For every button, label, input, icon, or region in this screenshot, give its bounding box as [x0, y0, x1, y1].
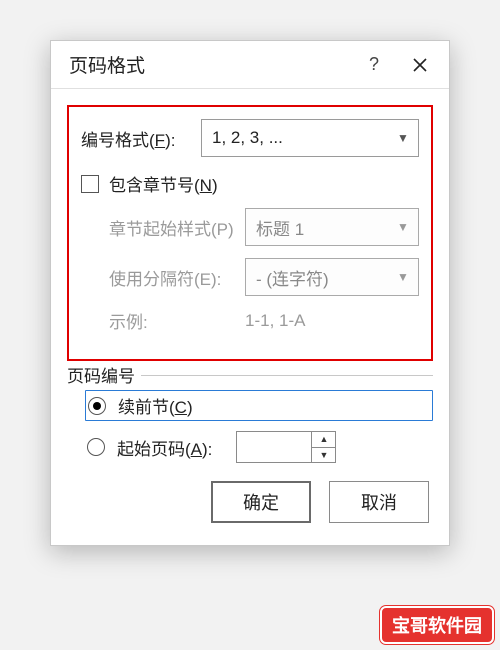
separator-label: 使用分隔符(E): — [109, 265, 245, 290]
spinner-up-button[interactable]: ▲ — [312, 432, 335, 448]
spinner-down-button[interactable]: ▼ — [312, 448, 335, 463]
start-at-label: 起始页码(A): — [117, 435, 212, 460]
close-button[interactable] — [397, 41, 443, 88]
page-numbering-group: 页码编号 续前节(C) 起始页码(A): ▲ ▼ — [67, 375, 433, 463]
number-format-label: 编号格式(F): — [81, 126, 201, 151]
highlight-region: 编号格式(F): 1, 2, 3, ... ▼ 包含章节号(N) 章节起始样式(… — [67, 105, 433, 361]
chapter-start-style-select: 标题 1 ▼ — [245, 208, 419, 246]
page-number-format-dialog: 页码格式 ? 编号格式(F): 1, 2, 3, ... ▼ 包含章节号(N) — [50, 40, 450, 546]
close-icon — [412, 57, 428, 73]
number-format-select[interactable]: 1, 2, 3, ... ▼ — [201, 119, 419, 157]
help-button[interactable]: ? — [351, 41, 397, 88]
start-at-radio-row: 起始页码(A): ▲ ▼ — [87, 431, 433, 463]
chapter-start-style-value: 标题 1 — [256, 215, 304, 240]
example-label: 示例: — [109, 308, 245, 333]
chevron-down-icon: ▼ — [394, 131, 412, 145]
include-chapter-checkbox[interactable] — [81, 175, 99, 193]
separator-value: - (连字符) — [256, 265, 329, 290]
separator-row: 使用分隔符(E): - (连字符) ▼ — [109, 258, 419, 296]
start-at-value[interactable] — [237, 432, 311, 462]
chevron-down-icon: ▼ — [394, 270, 412, 284]
include-chapter-label: 包含章节号(N) — [109, 171, 218, 196]
dialog-buttons: 确定 取消 — [67, 481, 433, 527]
title-bar: 页码格式 ? — [51, 41, 449, 89]
chapter-start-style-row: 章节起始样式(P) 标题 1 ▼ — [109, 208, 419, 246]
chevron-down-icon: ▼ — [394, 220, 412, 234]
dialog-title: 页码格式 — [69, 51, 351, 78]
chapter-start-style-label: 章节起始样式(P) — [109, 215, 245, 240]
start-at-radio[interactable] — [87, 438, 105, 456]
continue-previous-radio[interactable] — [88, 397, 106, 415]
include-chapter-checkbox-row: 包含章节号(N) — [81, 171, 419, 196]
ok-button[interactable]: 确定 — [211, 481, 311, 523]
continue-previous-label: 续前节(C) — [118, 393, 193, 418]
number-format-row: 编号格式(F): 1, 2, 3, ... ▼ — [81, 119, 419, 157]
number-format-value: 1, 2, 3, ... — [212, 128, 283, 148]
example-row: 示例: 1-1, 1-A — [109, 308, 419, 333]
page-numbering-group-label: 页码编号 — [67, 362, 141, 387]
watermark-badge: 宝哥软件园 — [380, 606, 494, 644]
continue-previous-radio-row: 续前节(C) — [85, 390, 433, 421]
example-value: 1-1, 1-A — [245, 311, 419, 331]
cancel-button[interactable]: 取消 — [329, 481, 429, 523]
separator-select: - (连字符) ▼ — [245, 258, 419, 296]
start-at-spinner[interactable]: ▲ ▼ — [236, 431, 336, 463]
